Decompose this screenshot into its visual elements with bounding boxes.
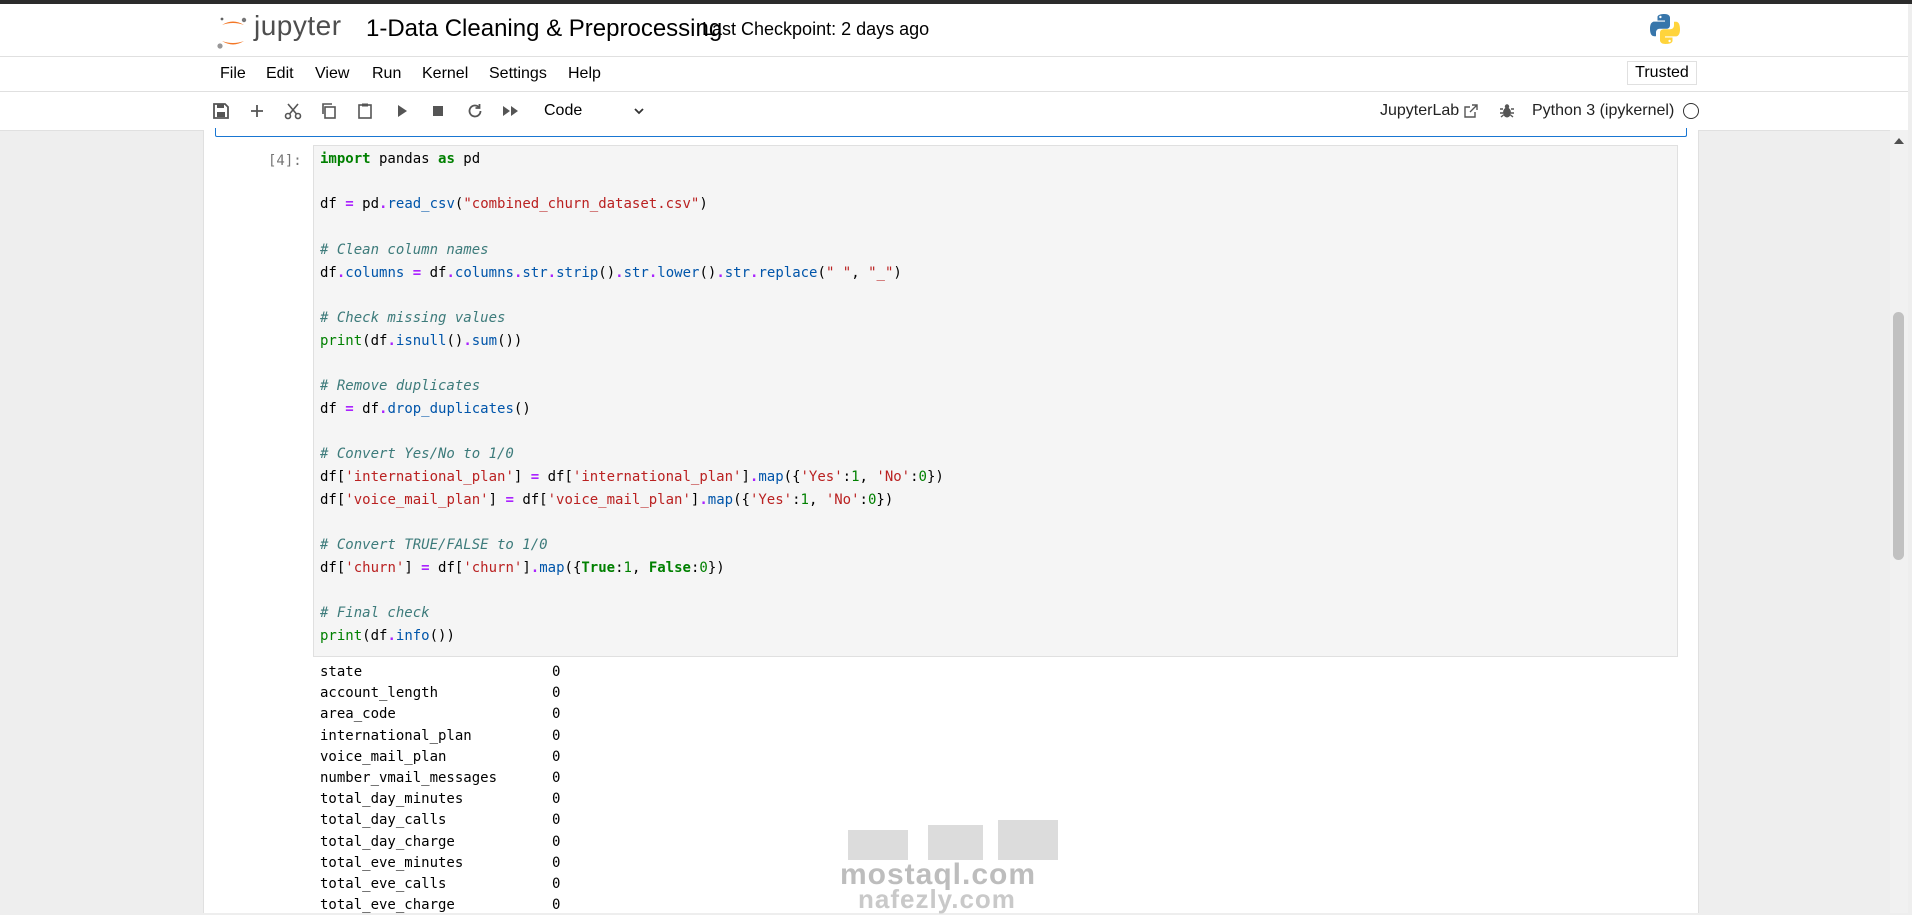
code-line: print(df.info()) (320, 628, 455, 644)
menu-view[interactable]: View (315, 65, 349, 83)
code-line: # Clean column names (320, 242, 489, 258)
code-line: # Check missing values (320, 310, 506, 326)
output-column-name: account_length (320, 685, 439, 702)
output-null-count: 0 (552, 791, 561, 808)
output-row: number_vmail_messages 0 (320, 770, 560, 786)
cell-type-select[interactable]: Code (544, 102, 582, 120)
output-column-name: international_plan (320, 727, 472, 744)
output-row: total_eve_minutes 0 (320, 855, 560, 871)
code-line: df.columns = df.columns.str.strip().str.… (320, 265, 902, 281)
menu-settings[interactable]: Settings (489, 65, 547, 83)
output-column-name: number_vmail_messages (320, 770, 498, 786)
code-line: df = df.drop_duplicates() (320, 401, 531, 417)
output-null-count: 0 (552, 854, 561, 871)
code-line: df['international_plan'] = df['internati… (320, 469, 944, 485)
fast-forward-icon[interactable] (501, 101, 521, 121)
scroll-up-arrow-icon[interactable] (1893, 136, 1905, 146)
external-link-icon[interactable] (1463, 103, 1479, 119)
open-jupyterlab-link[interactable]: JupyterLab (1380, 102, 1459, 120)
output-null-count: 0 (552, 727, 561, 744)
menu-edit[interactable]: Edit (266, 65, 294, 83)
output-null-count: 0 (552, 748, 561, 765)
output-column-name: total_day_calls (320, 812, 447, 829)
output-row: international_plan 0 (320, 728, 560, 744)
output-row: total_eve_charge 0 (320, 897, 560, 913)
code-line: df = pd.read_csv("combined_churn_dataset… (320, 196, 708, 212)
output-null-count: 0 (552, 833, 561, 850)
code-line: print(df.isnull().sum()) (320, 333, 523, 349)
menu-file[interactable]: File (220, 65, 246, 83)
debugger-bug-icon[interactable] (1498, 102, 1516, 120)
output-null-count: 0 (552, 812, 561, 829)
output-null-count: 0 (552, 770, 561, 786)
add-icon[interactable] (247, 101, 267, 121)
notebook-toolbar: Code JupyterLab Python 3 (ipykernel) (0, 92, 1908, 131)
code-line: # Convert TRUE/FALSE to 1/0 (320, 537, 548, 553)
scrollbar-thumb[interactable] (1893, 312, 1904, 560)
copy-icon[interactable] (319, 101, 339, 121)
output-null-count: 0 (552, 897, 561, 914)
output-null-count: 0 (552, 685, 561, 702)
output-null-count: 0 (552, 876, 561, 892)
code-line: df['churn'] = df['churn'].map({True:1, F… (320, 560, 725, 576)
output-null-count: 0 (552, 664, 561, 680)
output-column-name: total_eve_calls (320, 876, 447, 892)
menu-help[interactable]: Help (568, 65, 601, 83)
paste-icon[interactable] (355, 101, 375, 121)
code-line: # Remove duplicates (320, 378, 481, 394)
previous-cell-border[interactable] (215, 128, 1687, 137)
code-line: import pandas as pd (320, 151, 481, 167)
output-row: area_code 0 (320, 706, 560, 722)
watermark-text-nafezly: nafezly.com (858, 884, 1016, 914)
save-icon[interactable] (211, 101, 231, 121)
stop-icon[interactable] (428, 101, 448, 121)
output-null-count: 0 (552, 706, 561, 723)
code-line: # Convert Yes/No to 1/0 (320, 446, 514, 462)
output-row: account_length 0 (320, 685, 560, 701)
menu-run[interactable]: Run (372, 65, 401, 83)
output-column-name: area_code (320, 706, 396, 723)
code-line: df['voice_mail_plan'] = df['voice_mail_p… (320, 492, 894, 508)
cell-execution-prompt: [4]: (268, 153, 302, 169)
output-row: state 0 (320, 664, 560, 680)
run-icon[interactable] (392, 101, 412, 121)
python-logo-icon (1650, 14, 1680, 44)
cut-icon[interactable] (283, 101, 303, 121)
output-row: total_day_calls 0 (320, 812, 560, 828)
code-line: # Final check (320, 605, 430, 621)
output-column-name: total_eve_charge (320, 897, 455, 914)
output-row: total_day_charge 0 (320, 834, 560, 850)
output-column-name: total_day_minutes (320, 791, 464, 808)
restart-icon[interactable] (465, 101, 485, 121)
menu-bar: File Edit View Run Kernel Settings Help … (0, 57, 1908, 92)
notebook-title[interactable]: 1-Data Cleaning & Preprocessing (366, 15, 722, 43)
last-checkpoint: Last Checkpoint: 2 days ago (702, 19, 930, 39)
menu-kernel[interactable]: Kernel (422, 65, 468, 83)
kernel-name[interactable]: Python 3 (ipykernel) (1532, 102, 1674, 120)
output-column-name: voice_mail_plan (320, 748, 447, 765)
output-row: total_day_minutes 0 (320, 791, 560, 807)
output-column-name: total_day_charge (320, 833, 455, 850)
chevron-down-icon[interactable] (632, 104, 646, 118)
jupyter-logo-text: jupyter (254, 10, 342, 41)
output-column-name: state (320, 664, 363, 680)
output-column-name: total_eve_minutes (320, 854, 464, 871)
output-row: total_eve_calls 0 (320, 876, 560, 892)
trusted-indicator[interactable]: Trusted (1627, 61, 1697, 85)
kernel-status-circle-icon (1683, 103, 1699, 119)
output-row: voice_mail_plan 0 (320, 749, 560, 765)
